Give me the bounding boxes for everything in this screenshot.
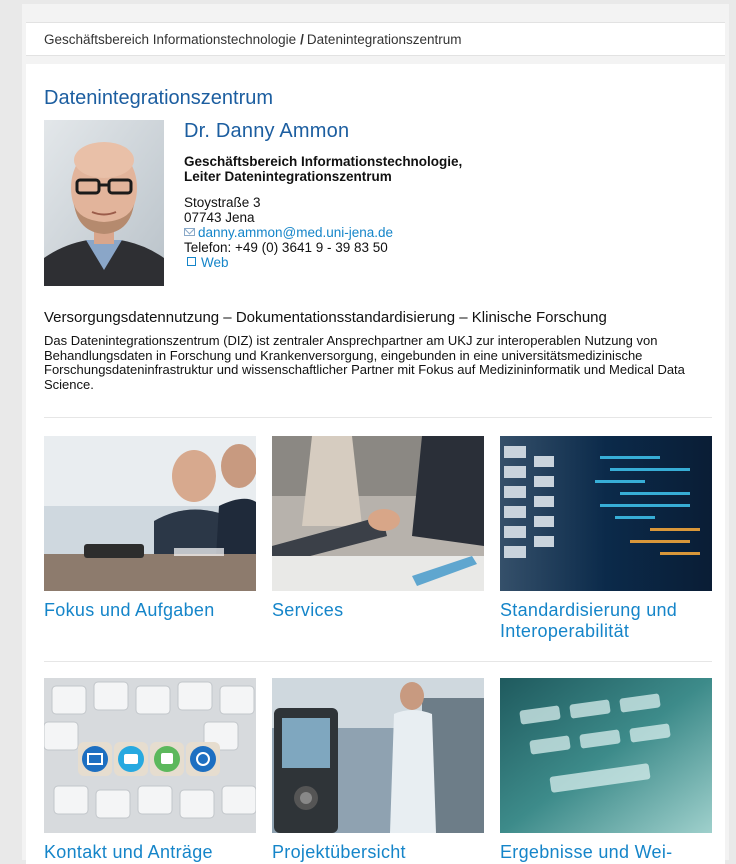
divider bbox=[44, 661, 712, 662]
tagline: Versorgungsdatennutzung – Dokumentations… bbox=[44, 309, 607, 326]
breadcrumb-parent-link[interactable]: Geschäftsbereich Informationstechnologie bbox=[44, 32, 296, 47]
envelope-icon bbox=[184, 228, 195, 236]
tile-fokus-und-aufgaben[interactable]: Fokus und Aufgaben bbox=[44, 436, 256, 621]
tile-image-keyboard-contact-icons[interactable] bbox=[44, 678, 256, 833]
tile-label[interactable]: Services bbox=[272, 600, 484, 621]
tile-image-hospital-device[interactable] bbox=[272, 678, 484, 833]
contact-web-link[interactable]: Web bbox=[201, 255, 229, 270]
contact-address: Stoystraße 3 07743 Jena danny.ammon@med.… bbox=[184, 195, 393, 270]
tile-kontakt-und-antraege[interactable]: Kontakt und Anträge bbox=[44, 678, 256, 863]
page-title: Datenintegrationszentrum bbox=[44, 87, 274, 109]
breadcrumb-current: Datenintegrationszentrum bbox=[306, 32, 462, 47]
tile-image-teal-keyboard[interactable] bbox=[500, 678, 712, 833]
divider bbox=[44, 417, 712, 418]
contact-org-line1: Geschäftsbereich Informationstechnologie… bbox=[184, 154, 463, 169]
tile-projektuebersicht[interactable]: Projektübersicht bbox=[272, 678, 484, 863]
contact-org-line2: Leiter Datenintegrationszentrum bbox=[184, 169, 392, 184]
breadcrumb: Geschäftsbereich Informationstechnologie… bbox=[26, 22, 725, 56]
tile-label[interactable]: Standardisierung und Interoperabilität bbox=[500, 600, 712, 642]
page: Geschäftsbereich Informationstechnologie… bbox=[22, 4, 729, 864]
main-content: Datenintegrationszentrum Dr. Danny Ammon… bbox=[26, 64, 725, 864]
breadcrumb-separator: / bbox=[300, 32, 304, 47]
contact-name: Dr. Danny Ammon bbox=[184, 120, 350, 142]
contact-street: Stoystraße 3 bbox=[184, 195, 261, 210]
tile-image-business-meeting[interactable] bbox=[44, 436, 256, 591]
tile-image-keyboard-data[interactable] bbox=[500, 436, 712, 591]
contact-city: 07743 Jena bbox=[184, 210, 255, 225]
external-link-icon bbox=[187, 257, 196, 266]
contact-phone: Telefon: +49 (0) 3641 9 - 39 83 50 bbox=[184, 240, 388, 255]
tile-ergebnisse[interactable]: Ergebnisse und Wei- bbox=[500, 678, 712, 863]
contact-organization: Geschäftsbereich Informationstechnologie… bbox=[184, 154, 462, 184]
tile-image-handshake[interactable] bbox=[272, 436, 484, 591]
tile-services[interactable]: Services bbox=[272, 436, 484, 621]
tile-standardisierung[interactable]: Standardisierung und Interoperabilität bbox=[500, 436, 712, 642]
contact-email-link[interactable]: danny.ammon@med.uni-jena.de bbox=[198, 225, 393, 240]
contact-portrait bbox=[44, 120, 164, 286]
description: Das Datenintegrationszentrum (DIZ) ist z… bbox=[44, 333, 685, 392]
tile-label[interactable]: Fokus und Aufgaben bbox=[44, 600, 256, 621]
